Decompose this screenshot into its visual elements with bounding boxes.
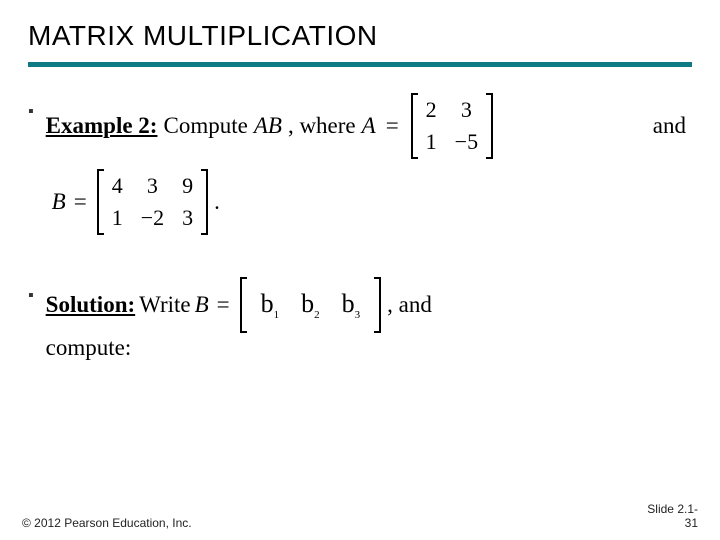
text-trail: , and: [387, 292, 432, 318]
var-B: B: [52, 189, 66, 215]
example-line-2: B = 4 3 9 1 −2 3 .: [46, 169, 692, 235]
var-AB: AB: [254, 113, 282, 139]
var-A: A: [362, 113, 376, 139]
equals: =: [70, 189, 91, 215]
slide-number-prefix: Slide 2.1-: [647, 502, 698, 516]
slide-body: ▪ Example 2: Compute AB , where A = 2 3 …: [0, 67, 720, 361]
equals: =: [213, 292, 234, 318]
header: MATRIX MULTIPLICATION: [0, 0, 720, 58]
bullet-content: Solution: Write B = b1 b2 b3 , and: [46, 277, 692, 361]
solution-line-2: compute:: [46, 335, 692, 361]
example-label: Example 2:: [46, 113, 158, 139]
slide: MATRIX MULTIPLICATION ▪ Example 2: Compu…: [0, 0, 720, 540]
solution-line-1: Solution: Write B = b1 b2 b3 , and: [46, 277, 692, 333]
cell: 1: [426, 129, 437, 155]
cell: 2: [426, 97, 437, 123]
page-title: MATRIX MULTIPLICATION: [28, 20, 692, 52]
copyright: © 2012 Pearson Education, Inc.: [22, 516, 192, 530]
matrix-b-columns: b1 b2 b3: [240, 277, 382, 333]
cell: 3: [455, 97, 478, 123]
footer: © 2012 Pearson Education, Inc. Slide 2.1…: [0, 502, 720, 530]
bullet-marker: ▪: [28, 93, 34, 127]
matrix-A: 2 3 1 −5: [411, 93, 493, 159]
cell: 3: [182, 205, 193, 231]
period: .: [214, 189, 220, 215]
example-line-1: Example 2: Compute AB , where A = 2 3 1 …: [46, 93, 692, 159]
cell: −2: [141, 205, 164, 231]
text-and: and: [653, 113, 692, 139]
col-b3: b3: [342, 289, 361, 321]
bullet-solution: ▪ Solution: Write B = b1 b2 b3: [28, 277, 692, 361]
bullet-example: ▪ Example 2: Compute AB , where A = 2 3 …: [28, 93, 692, 235]
equals: =: [382, 113, 403, 139]
bullet-marker: ▪: [28, 277, 34, 311]
matrix-B: 4 3 9 1 −2 3: [97, 169, 208, 235]
col-b2: b2: [301, 289, 320, 321]
col-b1: b1: [261, 289, 280, 321]
text: Write: [139, 292, 190, 318]
slide-number: Slide 2.1- 31: [647, 502, 698, 530]
cell: −5: [455, 129, 478, 155]
slide-number-value: 31: [647, 516, 698, 530]
text: Compute: [163, 113, 247, 139]
solution-label: Solution:: [46, 292, 135, 318]
bullet-content: Example 2: Compute AB , where A = 2 3 1 …: [46, 93, 692, 235]
text: , where: [288, 113, 356, 139]
cell: 3: [141, 173, 164, 199]
var-B: B: [195, 292, 209, 318]
cell: 1: [112, 205, 123, 231]
cell: 9: [182, 173, 193, 199]
cell: 4: [112, 173, 123, 199]
